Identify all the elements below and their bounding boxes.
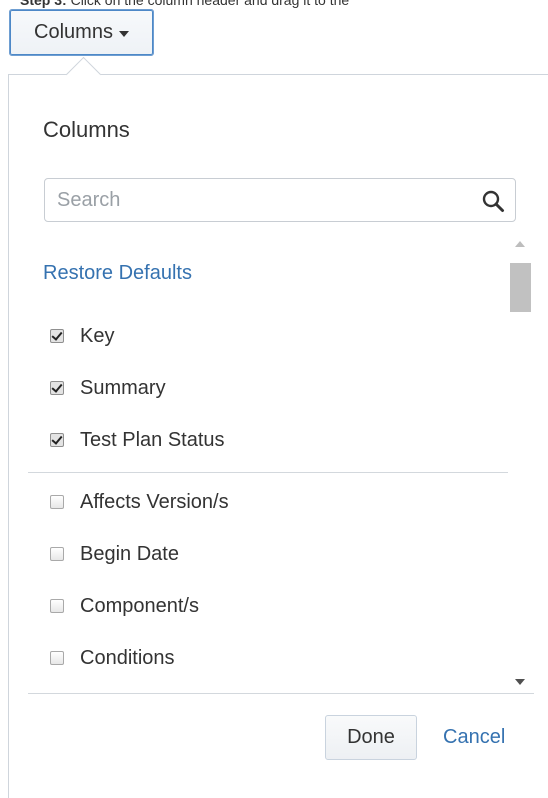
checkbox-unchecked[interactable]: [50, 651, 64, 665]
column-option-component[interactable]: Component/s: [50, 592, 199, 620]
dialog-pointer-arrow: [65, 56, 102, 93]
columns-dropdown-button[interactable]: Columns: [9, 9, 154, 56]
footer-divider: [28, 693, 534, 694]
instruction-text: Step 3: Click on the column header and d…: [20, 0, 548, 8]
checkbox-unchecked[interactable]: [50, 599, 64, 613]
scrollbar-thumb[interactable]: [510, 263, 531, 312]
search-input[interactable]: [57, 179, 467, 221]
column-option-key[interactable]: Key: [50, 322, 114, 350]
column-option-label: Summary: [80, 376, 166, 399]
column-option-label: Key: [80, 324, 115, 347]
dialog-title: Columns: [43, 117, 130, 142]
list-scrollbar[interactable]: [509, 235, 532, 693]
checkbox-checked[interactable]: [50, 381, 64, 395]
search-field[interactable]: [44, 178, 516, 222]
instruction-body: Click on the column header and drag it t…: [70, 0, 350, 8]
scroll-down-arrow-icon[interactable]: [515, 679, 525, 685]
column-option-label: Begin Date: [80, 542, 179, 565]
cancel-link[interactable]: Cancel: [443, 726, 505, 749]
column-option-label: Affects Version/s: [80, 490, 229, 513]
column-option-summary[interactable]: Summary: [50, 374, 166, 402]
column-option-label: Test Plan Status: [80, 428, 225, 451]
search-icon[interactable]: [481, 189, 505, 213]
restore-defaults-link[interactable]: Restore Defaults: [43, 262, 192, 285]
instruction-step-label: Step 3:: [20, 0, 67, 8]
column-option-label: Component/s: [80, 594, 199, 617]
columns-dialog: Columns Restore Defaults Key Summary Tes…: [8, 56, 548, 798]
checkbox-checked[interactable]: [50, 433, 64, 447]
columns-dropdown-label: Columns: [34, 21, 113, 43]
page-root: Step 3: Click on the column header and d…: [0, 0, 548, 798]
scroll-up-arrow-icon[interactable]: [515, 241, 525, 247]
checkbox-unchecked[interactable]: [50, 547, 64, 561]
done-button[interactable]: Done: [325, 715, 417, 760]
column-option-test-plan-status[interactable]: Test Plan Status: [50, 426, 225, 454]
column-option-label: Conditions: [80, 646, 175, 669]
checkbox-checked[interactable]: [50, 329, 64, 343]
columns-list: Restore Defaults Key Summary Test Plan S…: [9, 235, 534, 693]
list-divider: [28, 472, 508, 473]
column-option-conditions[interactable]: Conditions: [50, 644, 175, 672]
caret-down-icon: [118, 30, 129, 37]
checkbox-unchecked[interactable]: [50, 495, 64, 509]
column-option-begin-date[interactable]: Begin Date: [50, 540, 179, 568]
column-option-affects-version[interactable]: Affects Version/s: [50, 488, 229, 516]
